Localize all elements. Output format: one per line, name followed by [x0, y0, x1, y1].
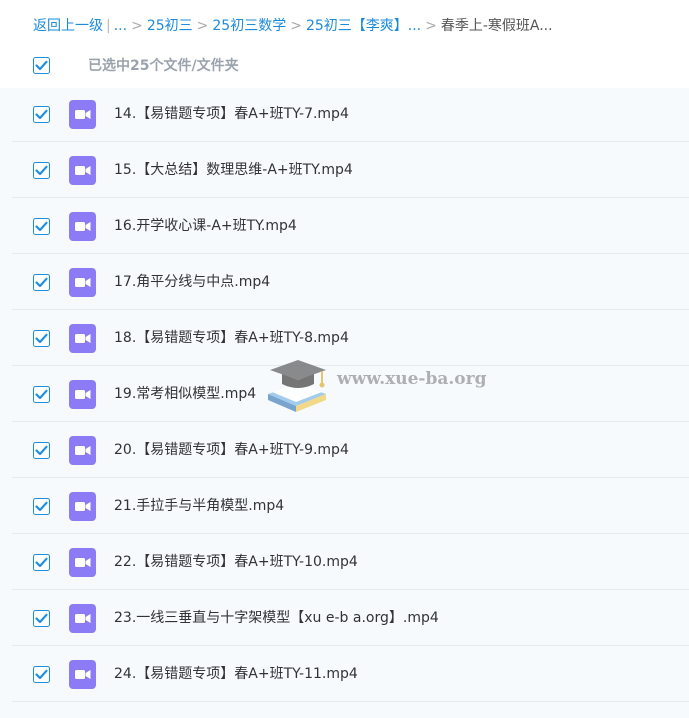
video-file-icon — [69, 604, 96, 633]
file-name[interactable]: 19.常考相似模型.mp4 — [114, 384, 256, 404]
file-row[interactable]: 14.【易错题专项】春A+班TY-7.mp4 — [12, 86, 689, 142]
file-name[interactable]: 18.【易错题专项】春A+班TY-8.mp4 — [114, 328, 349, 348]
video-file-icon — [69, 100, 96, 129]
file-checkbox[interactable] — [33, 610, 50, 627]
select-all-checkbox[interactable] — [33, 57, 50, 74]
breadcrumb-item-grade[interactable]: 25初三 — [147, 18, 193, 34]
breadcrumb: 返回上一级 |... >25初三 >25初三数学 >25初三【李爽】... > 春季上-寒假… — [33, 15, 683, 37]
file-row[interactable]: 20.【易错题专项】春A+班TY-9.mp4 — [12, 422, 689, 478]
back-link[interactable]: 返回上一级 — [33, 18, 103, 34]
file-checkbox[interactable] — [33, 330, 50, 347]
breadcrumb-item-math[interactable]: 25初三数学 — [212, 18, 286, 34]
file-row[interactable]: 16.开学收心课-A+班TY.mp4 — [12, 198, 689, 254]
file-checkbox[interactable] — [33, 386, 50, 403]
file-checkbox[interactable] — [33, 554, 50, 571]
breadcrumb-ellipsis[interactable]: ... — [114, 18, 127, 34]
video-file-icon — [69, 156, 96, 185]
checkbox-checked-icon — [33, 57, 50, 74]
file-name[interactable]: 21.手拉手与半角模型.mp4 — [114, 496, 284, 516]
video-file-icon — [69, 212, 96, 241]
breadcrumb-separator: > — [290, 18, 302, 34]
breadcrumb-item-teacher[interactable]: 25初三【李爽】... — [306, 18, 421, 34]
checkbox-checked-icon — [33, 610, 50, 627]
file-row[interactable]: 22.【易错题专项】春A+班TY-10.mp4 — [12, 534, 689, 590]
breadcrumb-separator: > — [196, 18, 209, 34]
file-row[interactable]: 21.手拉手与半角模型.mp4 — [12, 478, 689, 534]
checkbox-checked-icon — [33, 162, 50, 179]
file-name[interactable]: 15.【大总结】数理思维-A+班TY.mp4 — [114, 160, 353, 180]
breadcrumb-divider: | — [106, 18, 111, 34]
video-file-icon — [69, 324, 96, 353]
checkbox-checked-icon — [33, 386, 50, 403]
file-name[interactable]: 23.一线三垂直与十字架模型【xu e-b a.org】.mp4 — [114, 608, 439, 628]
checkbox-checked-icon — [33, 218, 50, 235]
breadcrumb-separator: > — [131, 18, 143, 34]
file-name[interactable]: 20.【易错题专项】春A+班TY-9.mp4 — [114, 440, 349, 460]
checkbox-checked-icon — [33, 666, 50, 683]
video-file-icon — [69, 380, 96, 409]
file-checkbox[interactable] — [33, 666, 50, 683]
breadcrumb-current: 春季上-寒假班A... — [440, 18, 553, 34]
video-file-icon — [69, 660, 96, 689]
video-file-icon — [69, 548, 96, 577]
file-checkbox[interactable] — [33, 162, 50, 179]
toolbar-header: 返回上一级 |... >25初三 >25初三数学 >25初三【李爽】... > 春季上-寒假… — [0, 0, 689, 88]
file-row[interactable]: 15.【大总结】数理思维-A+班TY.mp4 — [12, 142, 689, 198]
file-checkbox[interactable] — [33, 442, 50, 459]
file-checkbox[interactable] — [33, 218, 50, 235]
video-file-icon — [69, 268, 96, 297]
file-name[interactable]: 17.角平分线与中点.mp4 — [114, 272, 270, 292]
file-row[interactable]: 17.角平分线与中点.mp4 — [12, 254, 689, 310]
file-checkbox[interactable] — [33, 498, 50, 515]
file-checkbox[interactable] — [33, 274, 50, 291]
file-row[interactable]: 18.【易错题专项】春A+班TY-8.mp4 — [12, 310, 689, 366]
checkbox-checked-icon — [33, 330, 50, 347]
file-name[interactable]: 24.【易错题专项】春A+班TY-11.mp4 — [114, 664, 358, 684]
file-name[interactable]: 22.【易错题专项】春A+班TY-10.mp4 — [114, 552, 358, 572]
checkbox-checked-icon — [33, 554, 50, 571]
file-row[interactable]: 19.常考相似模型.mp4 — [12, 366, 689, 422]
file-row[interactable]: 24.【易错题专项】春A+班TY-11.mp4 — [12, 646, 689, 702]
file-row[interactable]: 23.一线三垂直与十字架模型【xu e-b a.org】.mp4 — [12, 590, 689, 646]
checkbox-checked-icon — [33, 498, 50, 515]
file-name[interactable]: 16.开学收心课-A+班TY.mp4 — [114, 216, 297, 236]
video-file-icon — [69, 436, 96, 465]
file-name[interactable]: 14.【易错题专项】春A+班TY-7.mp4 — [114, 104, 349, 124]
file-checkbox[interactable] — [33, 106, 50, 123]
breadcrumb-separator: > — [425, 18, 437, 34]
checkbox-checked-icon — [33, 274, 50, 291]
file-list: 13.函数实际应用.mp414.【易错题专项】春A+班TY-7.mp415.【大… — [0, 30, 689, 718]
selected-count-label: 已选中25个文件/文件夹 — [88, 58, 239, 74]
video-file-icon — [69, 492, 96, 521]
checkbox-checked-icon — [33, 106, 50, 123]
checkbox-checked-icon — [33, 442, 50, 459]
